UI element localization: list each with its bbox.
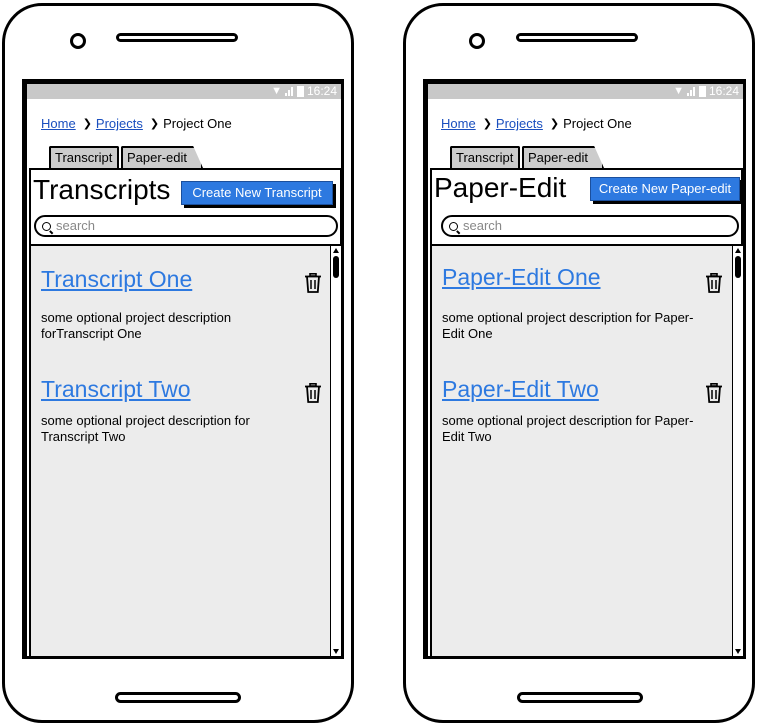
screen-transcripts: ▼ 16:24 Home ❯ Projects ❯ Project One Tr… (22, 79, 344, 659)
chevron-right-icon: ❯ (82, 118, 92, 130)
breadcrumb-home-link[interactable]: Home (41, 116, 76, 131)
paper-edit-one-link[interactable]: Paper-Edit One (442, 264, 601, 291)
page-title: Transcripts (33, 174, 171, 205)
camera-icon (70, 33, 86, 49)
search-icon (449, 222, 458, 231)
description-line: forTranscript One (41, 326, 142, 341)
signal-icon (686, 87, 696, 96)
description-line: some optional project description for Pa… (442, 310, 694, 325)
chevron-right-icon: ❯ (549, 118, 560, 130)
status-bar: ▼ 16:24 (27, 84, 341, 99)
paper-edit-one-description: some optional project description for Pa… (442, 310, 693, 342)
scroll-up-arrow-icon[interactable] (735, 248, 741, 253)
description-line: some optional project description for (41, 413, 250, 428)
breadcrumb-home-link[interactable]: Home (441, 116, 476, 131)
description-line: some optional project description (41, 310, 232, 325)
search-icon (42, 222, 51, 231)
transcript-list: Transcript One some optional project des… (29, 246, 341, 656)
search-input[interactable]: search (34, 215, 338, 237)
status-time: 16:24 (708, 84, 739, 98)
tab-transcript[interactable]: Transcript (49, 146, 119, 168)
search-placeholder: search (56, 218, 96, 233)
transcript-two-link[interactable]: Transcript Two (41, 376, 191, 403)
trash-icon[interactable] (705, 273, 723, 293)
scroll-down-arrow-icon[interactable] (735, 649, 741, 654)
breadcrumb: Home ❯ Projects ❯ Project One (441, 116, 632, 131)
paper-edit-two-description: some optional project description for Pa… (442, 413, 693, 445)
search-input[interactable]: search (441, 215, 739, 237)
speaker-grille (516, 33, 638, 42)
status-bar: ▼ 16:24 (428, 84, 743, 99)
breadcrumb-projects-link[interactable]: Projects (96, 116, 143, 131)
create-new-paper-edit-button[interactable]: Create New Paper-edit (590, 177, 740, 201)
create-new-transcript-button[interactable]: Create New Transcript (181, 181, 333, 205)
scroll-thumb[interactable] (333, 256, 339, 278)
speaker-grille (116, 33, 238, 42)
signal-icon (284, 87, 294, 96)
description-line: some optional project description for Pa… (442, 413, 694, 428)
scroll-up-arrow-icon[interactable] (333, 248, 339, 253)
transcript-one-description: some optional project description forTra… (41, 310, 231, 342)
description-line: Edit One (442, 326, 493, 341)
tab-paper-edit[interactable]: Paper-edit (522, 146, 604, 168)
chevron-right-icon: ❯ (149, 118, 160, 130)
description-line: Edit Two (442, 429, 492, 444)
trash-icon[interactable] (705, 383, 723, 403)
header-panel: Transcripts Create New Transcript search (29, 168, 341, 246)
home-button[interactable] (115, 692, 241, 703)
tab-transcript[interactable]: Transcript (450, 146, 520, 168)
home-button[interactable] (517, 692, 643, 703)
battery-icon (698, 86, 706, 97)
page-title: Paper-Edit (434, 172, 567, 203)
scrollbar[interactable] (732, 246, 743, 656)
phone-frame-transcripts: ▼ 16:24 Home ❯ Projects ❯ Project One Tr… (2, 3, 354, 723)
trash-icon[interactable] (304, 273, 322, 293)
paper-edit-two-link[interactable]: Paper-Edit Two (442, 376, 599, 403)
screen-paper-edit: ▼ 16:24 Home ❯ Projects ❯ Project One Tr… (423, 79, 746, 659)
chevron-right-icon: ❯ (482, 118, 492, 130)
phone-frame-paper-edit: ▼ 16:24 Home ❯ Projects ❯ Project One Tr… (403, 3, 755, 723)
breadcrumb-current: Project One (563, 116, 632, 131)
wifi-icon: ▼ (271, 85, 282, 97)
breadcrumb: Home ❯ Projects ❯ Project One (41, 116, 232, 131)
description-line: Transcript Two (41, 429, 126, 444)
scroll-down-arrow-icon[interactable] (333, 649, 339, 654)
search-placeholder: search (463, 218, 503, 233)
wifi-icon: ▼ (673, 85, 684, 97)
scrollbar[interactable] (330, 246, 341, 656)
status-time: 16:24 (306, 84, 337, 98)
tab-paper-edit[interactable]: Paper-edit (121, 146, 203, 168)
scroll-thumb[interactable] (735, 256, 741, 278)
battery-icon (296, 86, 304, 97)
trash-icon[interactable] (304, 383, 322, 403)
camera-icon (469, 33, 485, 49)
header-panel: Paper-Edit Create New Paper-edit search (430, 168, 743, 246)
breadcrumb-current: Project One (163, 116, 232, 131)
transcript-two-description: some optional project description for Tr… (41, 413, 250, 445)
breadcrumb-projects-link[interactable]: Projects (496, 116, 543, 131)
transcript-one-link[interactable]: Transcript One (41, 266, 192, 293)
paper-edit-list: Paper-Edit One some optional project des… (430, 246, 743, 656)
